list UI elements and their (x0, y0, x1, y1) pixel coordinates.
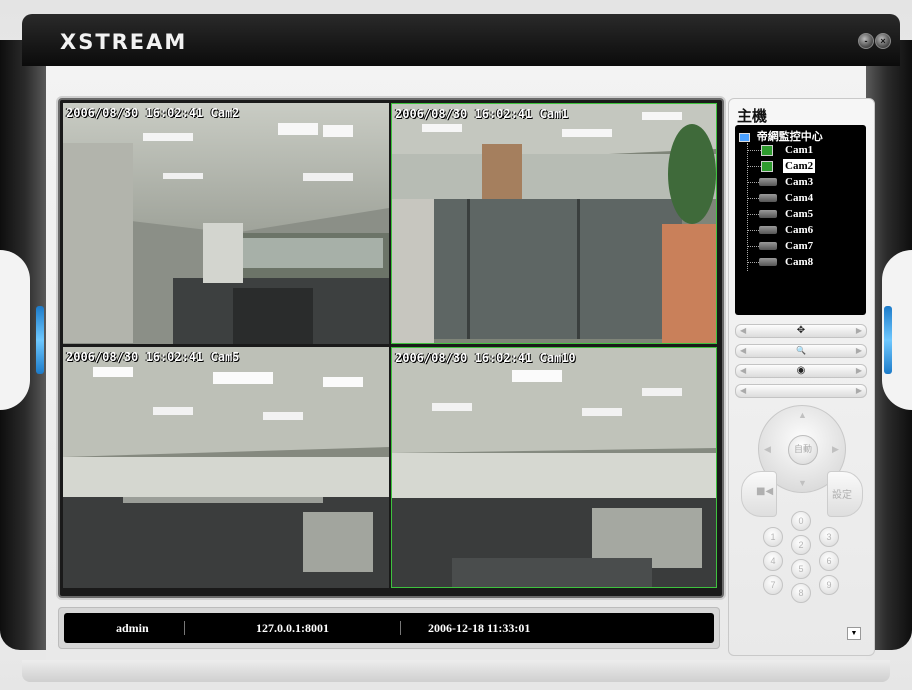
camera-feed-image (392, 104, 716, 343)
panel-scroll-down-button[interactable]: ▼ (847, 627, 861, 640)
iris-control-bar[interactable]: ◀ ▶ (735, 384, 867, 398)
camera-feed-image (63, 103, 389, 344)
status-display: admin 127.0.0.1:8001 2006-12-18 11:33:01 (64, 613, 714, 643)
camera-offline-icon (759, 178, 777, 186)
tree-item-label: Cam3 (785, 176, 814, 188)
bottom-frame (22, 660, 890, 682)
camera-tree: 帝網監控中心 Cam1 Cam2 Cam3 Cam4 Cam5 Cam6 Cam… (735, 125, 866, 315)
camera-feed-image (392, 348, 716, 587)
tree-item-cam2[interactable]: Cam2 (747, 159, 857, 173)
camera-osd: 2006/08/30 16:02:41 Cam1 (395, 107, 569, 121)
tree-item-cam6[interactable]: Cam6 (747, 223, 857, 237)
camera-osd: 2006/08/30 16:02:41 Cam5 (66, 350, 240, 364)
camera-offline-icon (759, 226, 777, 234)
move-icon: ✥ (796, 325, 806, 336)
tree-item-cam3[interactable]: Cam3 (747, 175, 857, 189)
camera-offline-icon (759, 210, 777, 218)
tree-root-label: 帝網監控中心 (756, 131, 823, 143)
camera-osd: 2006/08/30 16:02:41 Cam10 (395, 351, 576, 365)
zoom-control-bar[interactable]: ◀ 🔍 ▶ (735, 344, 867, 358)
close-button[interactable]: × (875, 33, 891, 49)
arrow-left-icon[interactable]: ◀ (764, 444, 771, 455)
camera-view-3[interactable]: 2006/08/30 16:02:41 Cam5 (63, 347, 389, 588)
arrow-left-icon[interactable]: ◀ (740, 385, 746, 397)
camera-feed-image (63, 347, 389, 588)
arrow-left-icon[interactable]: ◀ (740, 365, 746, 377)
left-glow-indicator (36, 306, 44, 374)
tree-item-label: Cam5 (785, 208, 814, 220)
settings-label: 設定 (832, 490, 852, 501)
minimize-button[interactable]: - (858, 33, 874, 49)
pan-control-bar[interactable]: ◀ ✥ ▶ (735, 324, 867, 338)
right-glow-indicator (884, 306, 892, 374)
tree-root[interactable]: 帝網監控中心 (739, 128, 823, 144)
keypad-7[interactable]: 7 (763, 575, 783, 595)
video-wall: 2006/08/30 16:02:41 Cam2 2006/08/30 16:0… (58, 98, 724, 598)
tree-item-cam4[interactable]: Cam4 (747, 191, 857, 205)
keypad-4[interactable]: 4 (763, 551, 783, 571)
host-title: 主機 (737, 107, 768, 125)
status-bar: admin 127.0.0.1:8001 2006-12-18 11:33:01 (58, 607, 720, 649)
status-divider (400, 621, 401, 635)
focus-control-bar[interactable]: ◀ ◉ ▶ (735, 364, 867, 378)
keypad-5[interactable]: 5 (791, 559, 811, 579)
tree-item-label: Cam2 (783, 159, 816, 173)
monitor-icon (739, 132, 750, 142)
video-camera-icon: ■◀ (756, 486, 774, 497)
camera-view-1[interactable]: 2006/08/30 16:02:41 Cam2 (63, 103, 389, 344)
tree-connector (747, 166, 761, 167)
control-panel: 主機 帝網監控中心 Cam1 Cam2 Cam3 Cam4 Cam5 Cam6 … (728, 98, 875, 656)
tree-item-label: Cam7 (785, 240, 814, 252)
tree-item-label: Cam6 (785, 224, 814, 236)
arrow-down-icon[interactable]: ▼ (798, 478, 807, 488)
keypad-8[interactable]: 8 (791, 583, 811, 603)
tree-connector (747, 150, 761, 151)
tree-item-cam5[interactable]: Cam5 (747, 207, 857, 221)
tree-item-label: Cam1 (785, 144, 814, 156)
camera-online-icon (761, 161, 773, 172)
status-address: 127.0.0.1:8001 (256, 621, 329, 635)
arrow-right-icon[interactable]: ▶ (856, 365, 862, 377)
auto-button[interactable]: 自動 (788, 435, 818, 465)
tree-item-label: Cam4 (785, 192, 814, 204)
arrow-up-icon[interactable]: ▲ (798, 410, 807, 420)
camera-online-icon (761, 145, 773, 156)
keypad-2[interactable]: 2 (791, 535, 811, 555)
title-bar[interactable]: XSTREAM - × (22, 14, 900, 66)
tree-item-label: Cam8 (785, 256, 814, 268)
app-title: XSTREAM (60, 30, 188, 54)
camera-offline-icon (759, 194, 777, 202)
arrow-right-icon[interactable]: ▶ (832, 444, 839, 455)
keypad-9[interactable]: 9 (819, 575, 839, 595)
focus-icon: ◉ (796, 365, 806, 376)
status-datetime: 2006-12-18 11:33:01 (428, 621, 531, 635)
keypad-1[interactable]: 1 (763, 527, 783, 547)
status-user: admin (116, 621, 149, 635)
camera-view-2[interactable]: 2006/08/30 16:02:41 Cam1 (391, 103, 717, 344)
arrow-right-icon[interactable]: ▶ (856, 325, 862, 337)
tree-item-cam7[interactable]: Cam7 (747, 239, 857, 253)
camera-osd: 2006/08/30 16:02:41 Cam2 (66, 106, 240, 120)
keypad-3[interactable]: 3 (819, 527, 839, 547)
keypad-6[interactable]: 6 (819, 551, 839, 571)
record-button[interactable]: ■◀ (741, 471, 777, 517)
arrow-left-icon[interactable]: ◀ (740, 345, 746, 357)
settings-button[interactable]: 設定 (827, 471, 863, 517)
arrow-left-icon[interactable]: ◀ (740, 325, 746, 337)
status-divider (184, 621, 185, 635)
tree-item-cam8[interactable]: Cam8 (747, 255, 857, 269)
camera-view-4[interactable]: 2006/08/30 16:02:41 Cam10 (391, 347, 717, 588)
zoom-icon: 🔍 (796, 346, 806, 355)
keypad-0[interactable]: 0 (791, 511, 811, 531)
arrow-right-icon[interactable]: ▶ (856, 345, 862, 357)
camera-offline-icon (759, 242, 777, 250)
tree-item-cam1[interactable]: Cam1 (747, 143, 857, 157)
arrow-right-icon[interactable]: ▶ (856, 385, 862, 397)
left-frame-bump (0, 250, 30, 410)
camera-offline-icon (759, 258, 777, 266)
